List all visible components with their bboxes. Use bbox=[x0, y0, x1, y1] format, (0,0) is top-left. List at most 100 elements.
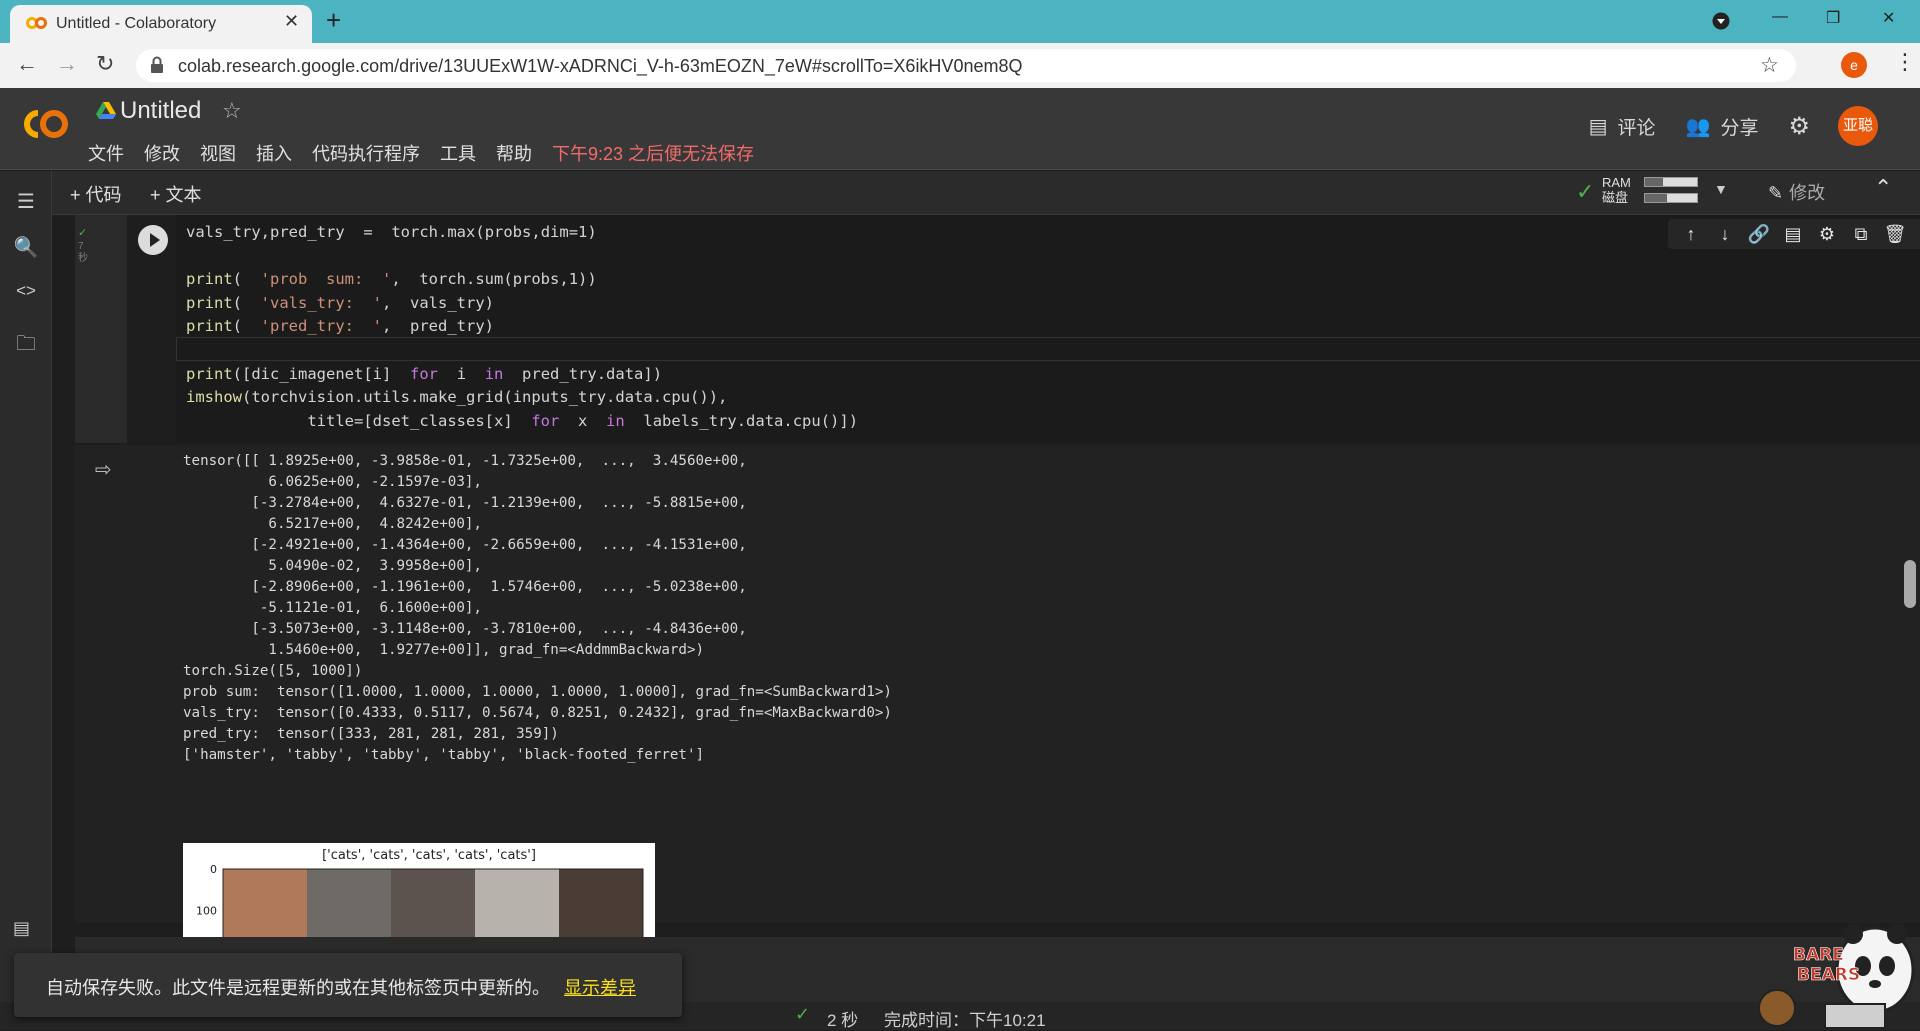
code-line[interactable]: vals_try,pred_try = torch.max(probs,dim=… bbox=[186, 221, 1920, 245]
output-line: 5.0490e-02, 3.9958e+00], bbox=[183, 558, 482, 574]
tab-close-icon[interactable]: ✕ bbox=[284, 11, 299, 32]
status-duration: 2 秒 bbox=[827, 1011, 859, 1030]
pencil-icon: ✎ bbox=[1768, 183, 1784, 203]
output-line: ['hamster', 'tabby', 'tabby', 'tabby', '… bbox=[183, 747, 705, 763]
star-icon[interactable]: ☆ bbox=[222, 98, 242, 124]
scrollbar-thumb[interactable] bbox=[1904, 560, 1916, 608]
table-of-contents-icon[interactable]: ☰ bbox=[13, 189, 39, 215]
menu-help[interactable]: 帮助 bbox=[496, 140, 532, 166]
ram-meter[interactable] bbox=[1644, 177, 1698, 187]
cell-output: ⇨ tensor([[ 1.8925e+00, -3.9858e-01, -1.… bbox=[75, 445, 1920, 986]
code-line[interactable]: print( 'pred_try: ', pred_try) bbox=[186, 315, 1920, 339]
move-up-icon[interactable]: ↑ bbox=[1674, 219, 1708, 249]
y-tick-label: 0 bbox=[210, 863, 217, 876]
people-icon: 👥 bbox=[1685, 115, 1711, 138]
disk-meter-fill bbox=[1645, 194, 1667, 202]
toast-message: 自动保存失败。此文件是远程更新的或在其他标签页中更新的。 bbox=[46, 978, 550, 998]
minimize-icon[interactable]: — bbox=[1772, 8, 1788, 26]
back-icon[interactable]: ← bbox=[16, 51, 38, 77]
autosave-toast: 自动保存失败。此文件是远程更新的或在其他标签页中更新的。 显示差异 bbox=[14, 953, 682, 1017]
ram-meter-fill bbox=[1645, 178, 1664, 186]
cell-exec-check: ✓ bbox=[78, 227, 88, 239]
cell-gutter: ✓ 7 秒 bbox=[75, 215, 127, 443]
window-close-icon[interactable]: ✕ bbox=[1882, 8, 1895, 28]
folder-icon[interactable]: 🗀 bbox=[13, 329, 39, 355]
code-line[interactable]: imshow(torchvision.utils.make_grid(input… bbox=[186, 386, 1920, 410]
output-line: prob sum: tensor([1.0000, 1.0000, 1.0000… bbox=[183, 684, 892, 700]
link-icon[interactable]: 🔗 bbox=[1742, 219, 1776, 249]
more-icon[interactable]: ⋮ bbox=[1912, 219, 1920, 249]
code-line[interactable]: title=[dset_classes[x] for x in labels_t… bbox=[186, 410, 1920, 434]
menu-view[interactable]: 视图 bbox=[200, 140, 236, 166]
delete-icon[interactable]: 🗑 bbox=[1878, 219, 1912, 249]
colab-logo[interactable] bbox=[18, 106, 70, 142]
address-bar[interactable]: colab.research.google.com/drive/13UUExW1… bbox=[136, 49, 1796, 82]
menu-bar: 文件 修改 视图 插入 代码执行程序 工具 帮助 下午9:23 之后便无法保存 bbox=[88, 140, 774, 166]
settings-button[interactable]: ⚙ bbox=[1788, 112, 1810, 141]
notebook-title[interactable]: Untitled bbox=[120, 97, 201, 125]
play-icon bbox=[150, 233, 160, 247]
menu-runtime[interactable]: 代码执行程序 bbox=[312, 140, 420, 166]
forward-icon[interactable]: → bbox=[56, 51, 78, 77]
mirror-cell-icon[interactable]: ⧉ bbox=[1844, 219, 1878, 249]
new-tab-icon[interactable]: + bbox=[326, 6, 341, 34]
lock-icon bbox=[151, 56, 163, 73]
comment-button[interactable]: ▤ 评论 bbox=[1589, 113, 1656, 140]
reload-icon[interactable]: ↻ bbox=[96, 51, 114, 77]
code-line[interactable]: print( 'prob sum: ', torch.sum(probs,1)) bbox=[186, 268, 1920, 292]
comment-cell-icon[interactable]: ▤ bbox=[1776, 219, 1810, 249]
move-down-icon[interactable]: ↓ bbox=[1708, 219, 1742, 249]
edit-mode-button[interactable]: ✎ 修改 bbox=[1768, 179, 1825, 205]
disk-meter[interactable] bbox=[1644, 193, 1698, 203]
code-editor[interactable]: vals_try,pred_try = torch.max(probs,dim=… bbox=[176, 215, 1920, 443]
menu-edit[interactable]: 修改 bbox=[144, 140, 180, 166]
runtime-dropdown-icon[interactable]: ▼ bbox=[1714, 181, 1728, 197]
header-actions: ▤ 评论 👥 分享 ⚙ 亚聪 bbox=[1559, 106, 1878, 146]
browser-tab[interactable]: Untitled - Colaboratory ✕ bbox=[10, 5, 312, 43]
status-check-icon: ✓ bbox=[795, 1004, 811, 1024]
add-code-button[interactable]: + 代码 bbox=[70, 181, 122, 207]
terminal-icon[interactable]: ▤ bbox=[13, 918, 30, 939]
share-label: 分享 bbox=[1720, 117, 1759, 139]
search-icon[interactable]: 🔍 bbox=[13, 235, 39, 261]
run-cell-button[interactable] bbox=[138, 225, 168, 255]
bookmark-star-icon[interactable]: ☆ bbox=[1760, 53, 1779, 78]
output-menu-icon[interactable]: ⇨ bbox=[95, 457, 112, 482]
code-line[interactable] bbox=[186, 245, 1920, 269]
output-text: tensor([[ 1.8925e+00, -3.9858e-01, -1.73… bbox=[183, 451, 892, 766]
left-sidebar: ☰ 🔍 <> 🗀 ▤ bbox=[0, 171, 52, 1030]
output-line: 1.5460e+00, 1.9277e+00]], grad_fn=<Addmm… bbox=[183, 642, 705, 658]
cell-settings-icon[interactable]: ⚙ bbox=[1810, 219, 1844, 249]
collapse-header-icon[interactable]: ⌃ bbox=[1874, 175, 1892, 201]
browser-menu-icon[interactable]: ⋮ bbox=[1894, 49, 1916, 75]
menu-tools[interactable]: 工具 bbox=[440, 140, 476, 166]
profile-dropdown-icon[interactable] bbox=[1712, 12, 1730, 30]
mascot-logo-text: BARE bbox=[1793, 945, 1844, 965]
drive-icon[interactable] bbox=[96, 102, 116, 119]
edit-label: 修改 bbox=[1789, 183, 1826, 203]
restore-icon[interactable]: ❐ bbox=[1826, 8, 1840, 28]
output-line: torch.Size([5, 1000]) bbox=[183, 663, 363, 679]
browser-nav-bar: ← → ↻ colab.research.google.com/drive/13… bbox=[0, 43, 1920, 88]
account-avatar[interactable]: 亚聪 bbox=[1838, 106, 1878, 146]
status-completed[interactable]: 完成时间：下午10:21 bbox=[884, 1006, 1046, 1031]
tab-title: Untitled - Colaboratory bbox=[56, 15, 217, 32]
notebook-toolbar: + 代码 + 文本 ✓ RAM 磁盘 ▼ ✎ 修改 ⌃ bbox=[52, 171, 1920, 215]
share-button[interactable]: 👥 分享 bbox=[1686, 113, 1759, 140]
colab-favicon-icon bbox=[26, 17, 47, 29]
menu-insert[interactable]: 插入 bbox=[256, 140, 292, 166]
comment-icon: ▤ bbox=[1588, 115, 1608, 138]
menu-file[interactable]: 文件 bbox=[88, 140, 124, 166]
browser-profile-avatar[interactable]: e bbox=[1841, 52, 1867, 78]
cell-exec-time: 7 秒 bbox=[78, 241, 88, 264]
resource-labels[interactable]: RAM 磁盘 bbox=[1602, 175, 1631, 205]
show-diff-link[interactable]: 显示差异 bbox=[564, 974, 636, 1000]
output-line: 6.0625e+00, -2.1597e-03], bbox=[183, 474, 482, 490]
svg-text:BEARS: BEARS bbox=[1797, 965, 1860, 985]
bear-mascot-sticker: BARE BEARS bbox=[1758, 924, 1915, 1029]
add-text-button[interactable]: + 文本 bbox=[150, 181, 202, 207]
save-warning[interactable]: 下午9:23 之后便无法保存 bbox=[552, 140, 754, 166]
code-snippets-icon[interactable]: <> bbox=[13, 281, 39, 307]
code-line[interactable]: print( 'vals_try: ', vals_try) bbox=[186, 292, 1920, 316]
code-line[interactable]: print([dic_imagenet[i] for i in pred_try… bbox=[186, 363, 1920, 387]
